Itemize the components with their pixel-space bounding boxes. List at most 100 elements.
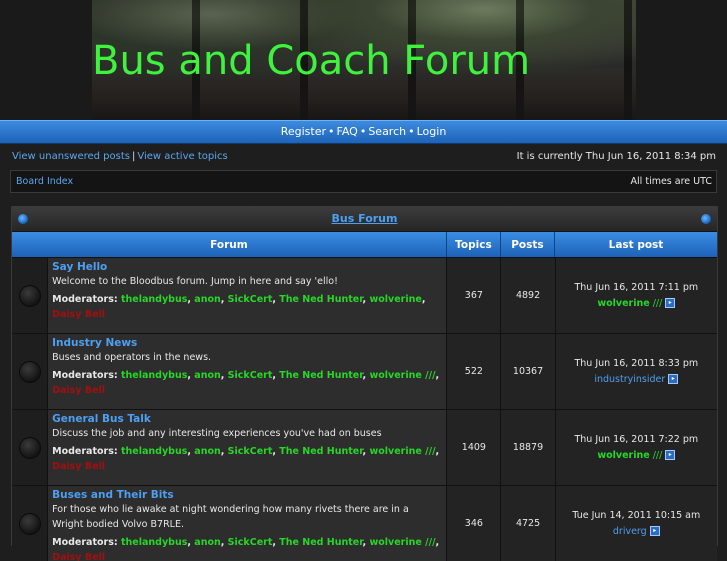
- moderator-link[interactable]: Daisy Bell: [52, 309, 105, 320]
- corner-dot-icon: [18, 214, 28, 224]
- moderator-link[interactable]: anon: [194, 370, 220, 381]
- moderator-link[interactable]: wolverine: [369, 446, 421, 457]
- moderators-label: Moderators:: [52, 370, 118, 381]
- topics-count: 1409: [447, 410, 502, 485]
- moderators-label: Moderators:: [52, 537, 118, 548]
- posts-count: 4725: [501, 486, 556, 561]
- moderator-link[interactable]: thelandybus: [121, 446, 187, 457]
- forum-row: General Bus Talk Discuss the job and any…: [12, 409, 717, 485]
- last-post-time: Thu Jun 16, 2011 7:22 pm: [574, 433, 699, 445]
- forum-title-link[interactable]: Say Hello: [52, 261, 442, 273]
- forum-description: For those who lie awake at night wonderi…: [52, 504, 409, 530]
- moderators-line: Moderators: thelandybus, anon, SickCert,…: [52, 446, 440, 472]
- nav-separator: •: [408, 125, 415, 138]
- posts-count: 18879: [501, 410, 556, 485]
- moderators-line: Moderators: thelandybus, anon, SickCert,…: [52, 294, 426, 320]
- last-post-cell: Thu Jun 16, 2011 7:22 pm wolverine ///▸: [555, 410, 717, 485]
- site-title[interactable]: Bus and Coach Forum: [92, 38, 530, 84]
- forum-read-icon: [12, 334, 48, 409]
- moderator-link[interactable]: thelandybus: [121, 370, 187, 381]
- last-post-cell: Thu Jun 16, 2011 7:11 pm wolverine ///▸: [555, 258, 717, 333]
- category-link[interactable]: Bus Forum: [332, 212, 398, 225]
- moderator-link[interactable]: The Ned Hunter: [279, 294, 362, 305]
- author-suffix: ///: [652, 297, 663, 309]
- view-latest-post-icon[interactable]: ▸: [665, 298, 676, 308]
- last-post-time: Tue Jun 14, 2011 10:15 am: [572, 509, 701, 521]
- timezone-note: All times are UTC: [630, 176, 712, 187]
- moderator-link[interactable]: The Ned Hunter: [279, 446, 362, 457]
- search-link[interactable]: Search: [368, 125, 406, 138]
- last-post-time: Thu Jun 16, 2011 7:11 pm: [574, 281, 699, 293]
- moderator-link[interactable]: wolverine: [369, 294, 421, 305]
- forum-title-link[interactable]: General Bus Talk: [52, 413, 442, 425]
- top-nav: Register • FAQ • Search • Login: [0, 120, 727, 144]
- moderator-link[interactable]: SickCert: [228, 446, 273, 457]
- forum-info: Buses and Their Bits For those who lie a…: [47, 486, 448, 561]
- topics-count: 367: [447, 258, 502, 333]
- faq-link[interactable]: FAQ: [337, 125, 358, 138]
- forum-read-icon: [12, 486, 48, 561]
- moderators-line: Moderators: thelandybus, anon, SickCert,…: [52, 537, 440, 561]
- nav-separator: •: [359, 125, 367, 138]
- forum-description: Buses and operators in the news.: [52, 352, 212, 363]
- moderator-link[interactable]: SickCert: [228, 370, 273, 381]
- nav-separator: •: [328, 125, 335, 138]
- forum-description: Welcome to the Bloodbus forum. Jump in h…: [52, 276, 338, 287]
- last-post-author[interactable]: wolverine: [597, 298, 649, 309]
- forum-read-icon: [12, 258, 48, 333]
- posts-count: 4892: [501, 258, 556, 333]
- moderator-link[interactable]: Daisy Bell: [52, 461, 105, 472]
- moderator-link[interactable]: anon: [194, 446, 220, 457]
- moderator-link[interactable]: The Ned Hunter: [279, 370, 362, 381]
- author-suffix: ///: [652, 449, 663, 461]
- forum-info: Say Hello Welcome to the Bloodbus forum.…: [47, 258, 448, 333]
- forum-row: Industry News Buses and operators in the…: [12, 333, 717, 409]
- last-post-author[interactable]: industryinsider: [594, 374, 665, 385]
- quick-links: View unanswered posts | View active topics: [12, 151, 228, 162]
- moderator-link[interactable]: anon: [194, 294, 220, 305]
- last-post-cell: Tue Jun 14, 2011 10:15 am driverg ▸: [555, 486, 717, 561]
- forum-row: Say Hello Welcome to the Bloodbus forum.…: [12, 257, 717, 333]
- moderators-label: Moderators:: [52, 294, 118, 305]
- moderator-link[interactable]: wolverine: [369, 370, 421, 381]
- register-link[interactable]: Register: [281, 125, 326, 138]
- last-post-author[interactable]: driverg: [613, 526, 647, 537]
- last-post-cell: Thu Jun 16, 2011 8:33 pm industryinsider…: [555, 334, 717, 409]
- board-index-bar: Board Index All times are UTC: [10, 170, 717, 193]
- forum-title-link[interactable]: Industry News: [52, 337, 442, 349]
- topics-count: 522: [447, 334, 502, 409]
- view-latest-post-icon[interactable]: ▸: [649, 526, 660, 536]
- column-header-row: Forum Topics Posts Last post: [12, 232, 717, 257]
- last-post-time: Thu Jun 16, 2011 8:33 pm: [574, 357, 699, 369]
- column-last-post: Last post: [608, 238, 664, 251]
- moderator-link[interactable]: thelandybus: [121, 294, 187, 305]
- moderator-link[interactable]: The Ned Hunter: [279, 537, 362, 548]
- forum-description: Discuss the job and any interesting expe…: [52, 428, 382, 439]
- column-forum: Forum: [12, 232, 447, 257]
- forum-info: Industry News Buses and operators in the…: [47, 334, 448, 409]
- moderator-link[interactable]: Daisy Bell: [52, 552, 105, 561]
- login-link[interactable]: Login: [417, 125, 447, 138]
- view-latest-post-icon[interactable]: ▸: [668, 374, 679, 384]
- moderators-line: Moderators: thelandybus, anon, SickCert,…: [52, 370, 440, 396]
- site-header: Bus and Coach Forum: [0, 0, 727, 120]
- active-topics-link[interactable]: View active topics: [137, 151, 227, 162]
- forum-title-link[interactable]: Buses and Their Bits: [52, 489, 442, 501]
- view-latest-post-icon[interactable]: ▸: [665, 450, 676, 460]
- last-post-author[interactable]: wolverine: [597, 450, 649, 461]
- posts-count: 10367: [501, 334, 556, 409]
- moderator-link[interactable]: SickCert: [228, 294, 273, 305]
- unanswered-posts-link[interactable]: View unanswered posts: [12, 151, 130, 162]
- forum-info: General Bus Talk Discuss the job and any…: [47, 410, 448, 485]
- forum-list: Bus Forum Forum Topics Posts Last post S…: [11, 206, 718, 561]
- moderator-link[interactable]: thelandybus: [121, 537, 187, 548]
- info-bar: View unanswered posts | View active topics…: [0, 144, 727, 168]
- moderator-link[interactable]: wolverine: [369, 537, 421, 548]
- moderator-link[interactable]: anon: [194, 537, 220, 548]
- corner-dot-icon: [701, 214, 711, 224]
- moderator-link[interactable]: SickCert: [228, 537, 273, 548]
- category-header: Bus Forum: [12, 207, 717, 232]
- board-index-link[interactable]: Board Index: [16, 176, 73, 187]
- column-topics: Topics: [447, 232, 501, 257]
- moderator-link[interactable]: Daisy Bell: [52, 385, 105, 396]
